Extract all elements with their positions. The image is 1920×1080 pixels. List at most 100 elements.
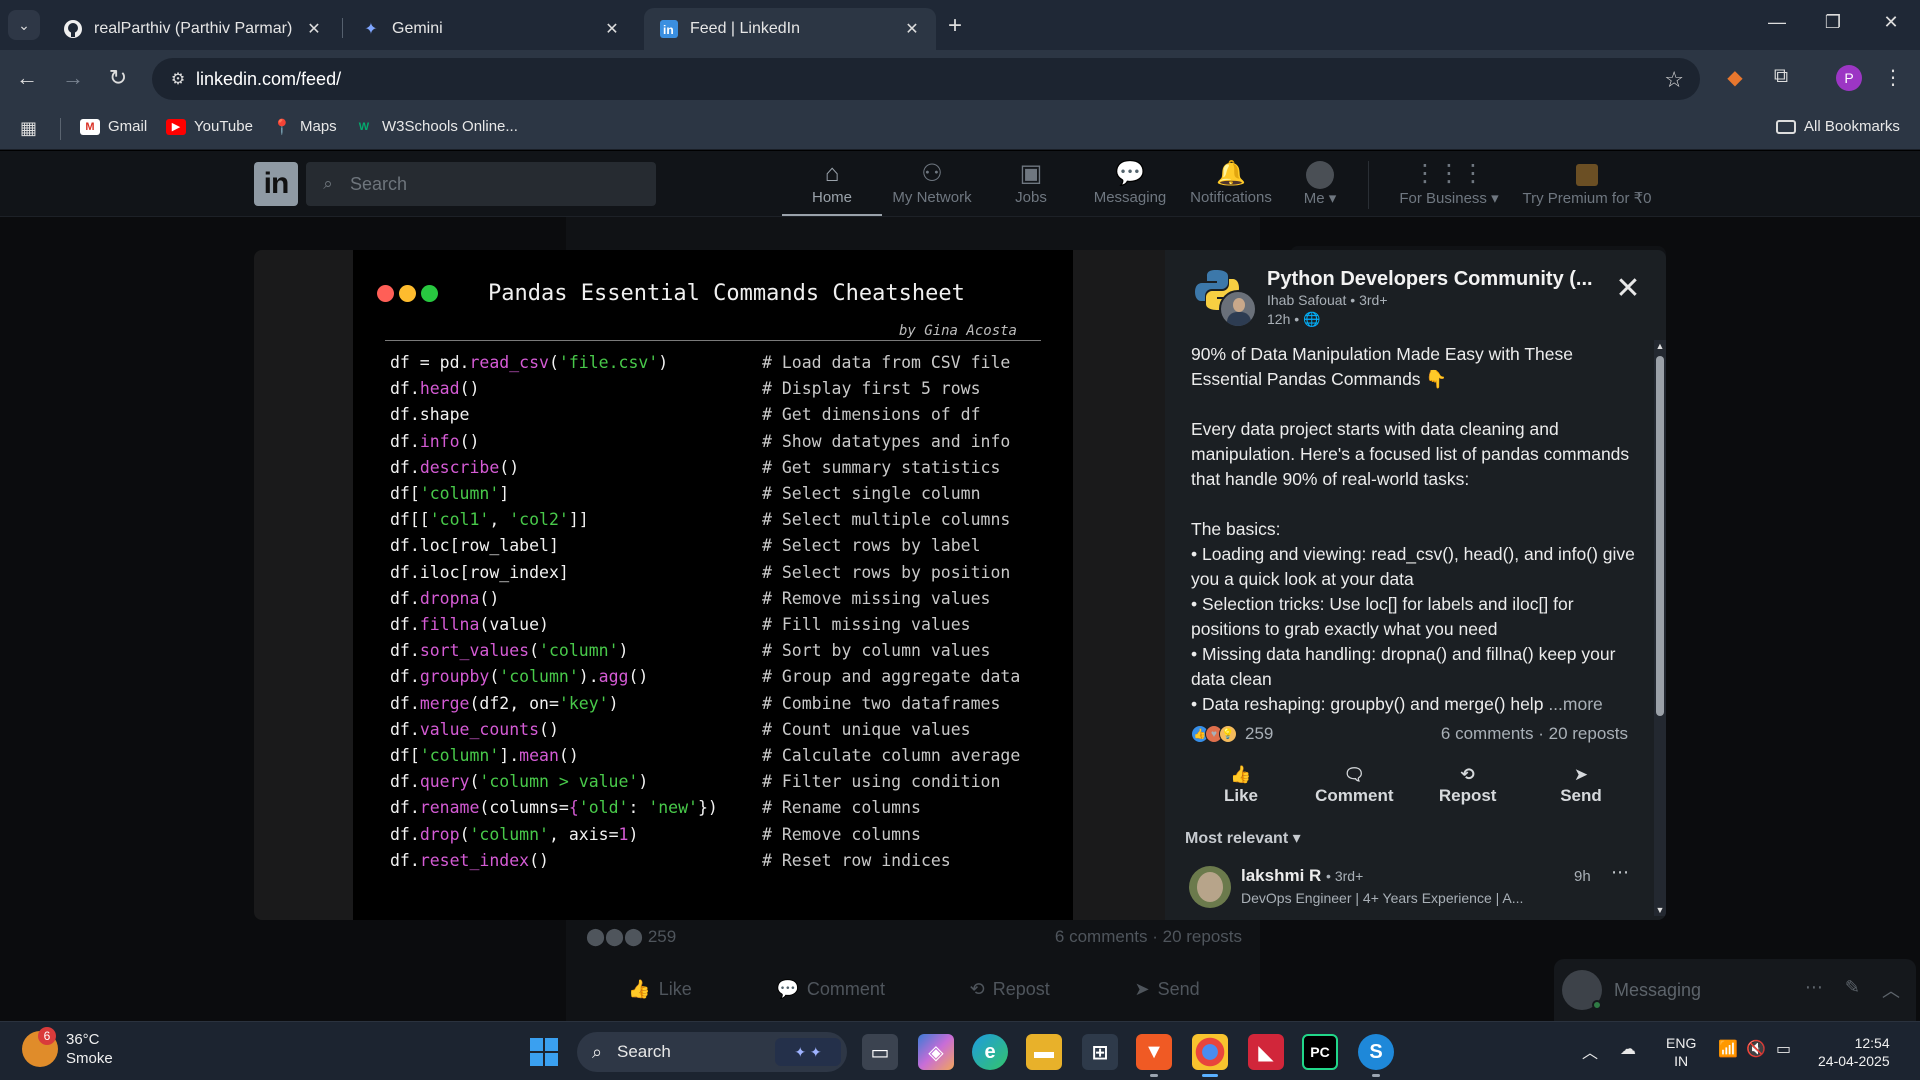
- close-icon[interactable]: ✕: [304, 19, 324, 39]
- address-bar[interactable]: ⚙ linkedin.com/feed/ ☆: [152, 58, 1700, 100]
- brave-icon[interactable]: ▼: [1136, 1034, 1172, 1077]
- star-icon[interactable]: ☆: [1664, 67, 1684, 93]
- chevron-up-icon[interactable]: ︿: [1582, 1039, 1598, 1063]
- battery-icon[interactable]: ▭: [1776, 1039, 1791, 1059]
- code-line: df.dropna(): [390, 588, 500, 608]
- feed-comment-button[interactable]: 💬 Comment: [777, 979, 885, 1000]
- clock[interactable]: 12:54 24-04-2025: [1818, 1034, 1890, 1070]
- messaging-overlay-bar[interactable]: Messaging ⋯ ✎ ︿: [1554, 959, 1916, 1021]
- new-tab-button[interactable]: +: [948, 12, 962, 40]
- scrollbar[interactable]: ▲ ▼: [1654, 340, 1666, 916]
- site-info-icon[interactable]: ⚙: [160, 69, 196, 89]
- feed-send-button[interactable]: ➤ Send: [1135, 979, 1200, 1000]
- scroll-up-arrow-icon[interactable]: ▲: [1654, 340, 1666, 352]
- code-line: df.iloc[row_index]: [390, 562, 569, 582]
- language-indicator[interactable]: ENG IN: [1666, 1034, 1696, 1070]
- code-comment: # Fill missing values: [762, 615, 971, 634]
- tab-search-button[interactable]: ⌄: [8, 10, 40, 40]
- chrome-icon[interactable]: [1192, 1034, 1228, 1077]
- nav-label: Home: [811, 189, 852, 206]
- nav-me[interactable]: Me ▾: [1280, 159, 1360, 207]
- task-view-icon[interactable]: ▭: [862, 1034, 898, 1070]
- nav-premium[interactable]: Try Premium for ₹0: [1516, 159, 1658, 207]
- tab-linkedin[interactable]: in Feed | LinkedIn ✕: [644, 8, 936, 50]
- feed-repost-button[interactable]: ⟲ Repost: [970, 979, 1050, 1000]
- minimize-icon[interactable]: —: [1762, 12, 1792, 33]
- onedrive-cloud-icon[interactable]: ☁: [1620, 1039, 1636, 1059]
- apps-grid-icon[interactable]: ▦: [20, 118, 37, 139]
- post-reposter[interactable]: Ihab Safouat • 3rd+: [1267, 292, 1388, 308]
- feed-reaction-count[interactable]: ⬤⬤⬤ 259: [586, 927, 676, 947]
- notification-badge: 6: [38, 1027, 56, 1045]
- feed-comment-repost-count[interactable]: 6 comments · 20 reposts: [1055, 927, 1242, 947]
- mcafee-icon[interactable]: ◣: [1248, 1034, 1284, 1070]
- code-comment: # Display first 5 rows: [762, 379, 981, 399]
- post-author-name[interactable]: Python Developers Community (...: [1267, 268, 1593, 291]
- url-text[interactable]: linkedin.com/feed/: [196, 69, 341, 90]
- bookmark-youtube[interactable]: ▶ YouTube: [166, 118, 253, 135]
- like-button[interactable]: 👍 Like: [1191, 764, 1291, 806]
- extension-fox-icon[interactable]: ◆: [1720, 65, 1750, 90]
- menu-kebab-icon[interactable]: ⋮: [1878, 65, 1908, 90]
- see-more-link[interactable]: ...more: [1548, 694, 1602, 714]
- tab-title: Feed | LinkedIn: [690, 20, 801, 37]
- forward-icon[interactable]: →: [58, 65, 88, 91]
- back-icon[interactable]: ←: [12, 65, 42, 91]
- bookmark-gmail[interactable]: M Gmail: [80, 118, 147, 135]
- commenter-avatar[interactable]: [1189, 866, 1231, 908]
- nav-home[interactable]: ⌂ Home: [782, 159, 882, 206]
- nav-messaging[interactable]: 💬 Messaging: [1080, 159, 1180, 206]
- chevron-up-icon[interactable]: ︿: [1882, 977, 1900, 1003]
- skype-icon[interactable]: S: [1358, 1034, 1394, 1077]
- commenter-name[interactable]: lakshmi R • 3rd+: [1241, 866, 1363, 886]
- all-bookmarks-button[interactable]: All Bookmarks: [1776, 118, 1900, 135]
- more-options-icon[interactable]: ⋯: [1611, 862, 1629, 883]
- restore-icon[interactable]: ❐: [1818, 12, 1848, 33]
- taskbar-search[interactable]: ⌕ Search ✦ ✦: [577, 1032, 847, 1072]
- close-modal-icon[interactable]: ✕: [1611, 274, 1645, 304]
- linkedin-search-input[interactable]: ⌕ Search: [306, 162, 656, 206]
- bookmark-maps[interactable]: 📍 Maps: [272, 118, 337, 136]
- post-reaction-count[interactable]: 👍 ♥ 💡 259: [1191, 724, 1273, 744]
- post-actions: 👍 Like 🗨 Comment ⟲ Repost ➤ Send: [1191, 764, 1631, 806]
- compose-icon[interactable]: ✎: [1845, 977, 1860, 1003]
- tab-gemini[interactable]: ✦ Gemini ✕: [346, 8, 636, 50]
- nav-my-network[interactable]: ⚇ My Network: [882, 159, 982, 206]
- edge-icon[interactable]: e: [972, 1034, 1008, 1070]
- tab-github[interactable]: realParthiv (Parthiv Parmar) ✕: [48, 8, 338, 50]
- post-comment-repost-count[interactable]: 6 comments · 20 reposts: [1441, 724, 1628, 744]
- file-explorer-icon[interactable]: ▬: [1026, 1034, 1062, 1070]
- reload-icon[interactable]: ↻: [103, 65, 133, 91]
- bookmark-w3schools[interactable]: W W3Schools Online...: [354, 118, 518, 135]
- extensions-puzzle-icon[interactable]: ⧉: [1766, 65, 1796, 88]
- nav-for-business[interactable]: ⋮⋮⋮ For Business ▾: [1388, 159, 1510, 207]
- code-comment: # Count unique values: [762, 719, 971, 739]
- code-comment: # Rename columns: [762, 798, 921, 818]
- window-close-icon[interactable]: ✕: [1876, 12, 1906, 33]
- profile-avatar[interactable]: P: [1836, 65, 1862, 91]
- wifi-icon[interactable]: 📶: [1718, 1039, 1738, 1059]
- comment-sort-dropdown[interactable]: Most relevant ▾: [1185, 828, 1301, 848]
- copilot-icon[interactable]: ◈: [918, 1034, 954, 1070]
- nav-jobs[interactable]: ▣ Jobs: [981, 159, 1081, 206]
- scroll-down-arrow-icon[interactable]: ▼: [1654, 904, 1666, 916]
- send-button[interactable]: ➤ Send: [1531, 764, 1631, 806]
- pycharm-icon[interactable]: PC: [1302, 1034, 1338, 1070]
- microsoft-store-icon[interactable]: ⊞: [1082, 1034, 1118, 1070]
- scrollbar-thumb[interactable]: [1656, 356, 1664, 716]
- more-options-icon[interactable]: ⋯: [1805, 977, 1823, 1003]
- close-icon[interactable]: ✕: [602, 19, 622, 39]
- repost-button[interactable]: ⟲ Repost: [1418, 764, 1518, 806]
- code-comment: # Select single column: [762, 484, 981, 503]
- speaker-muted-icon[interactable]: 🔇: [1746, 1039, 1766, 1059]
- comment-button[interactable]: 🗨 Comment: [1304, 764, 1404, 806]
- close-icon[interactable]: ✕: [902, 19, 922, 39]
- reposter-avatar[interactable]: [1219, 290, 1257, 328]
- feed-like-button[interactable]: 👍 Like: [628, 979, 691, 1000]
- weather-widget[interactable]: 6 36°C Smoke: [22, 1027, 113, 1068]
- start-button[interactable]: [530, 1038, 558, 1066]
- yellow-dot: [399, 285, 416, 302]
- nav-notifications[interactable]: 🔔 Notifications: [1181, 159, 1281, 206]
- linkedin-logo[interactable]: in: [254, 162, 298, 206]
- youtube-icon: ▶: [166, 118, 186, 135]
